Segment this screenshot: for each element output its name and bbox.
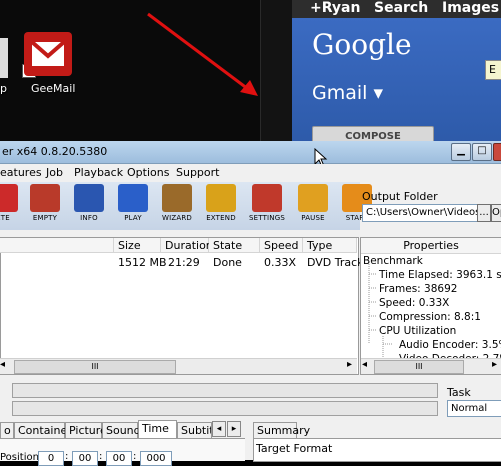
property-item[interactable]: Audio Encoder: 3.5% — [399, 339, 501, 351]
scroll-right-arrow-icon[interactable]: ▸ — [347, 359, 352, 370]
menu-options[interactable]: Options — [127, 166, 169, 179]
target-format-label: Target Format — [256, 442, 333, 455]
extend-icon — [206, 184, 236, 212]
property-item[interactable]: Benchmark — [363, 255, 423, 267]
toolbar-button-delete[interactable]: ETE — [0, 184, 24, 228]
tab-next-button[interactable]: ▸ — [227, 421, 241, 437]
toolbar-button-label: PLAY — [124, 214, 142, 222]
menu-support[interactable]: Support — [176, 166, 219, 179]
props-scroll-right-arrow-icon[interactable]: ▸ — [492, 359, 497, 370]
table-header-size[interactable]: Size — [114, 238, 161, 253]
toolbar-button-label: ETE — [0, 214, 10, 222]
gbar-link-profile[interactable]: +Ryan — [310, 0, 360, 16]
toolbar-button-label: INFO — [80, 214, 98, 222]
position-separator: : — [133, 451, 137, 462]
toolbar-button-empty[interactable]: EMPTY — [24, 184, 66, 228]
gmail-menu[interactable]: Gmail ▾ — [312, 82, 383, 104]
property-item[interactable]: Speed: 0.33X — [379, 297, 449, 309]
tab-summary[interactable]: Summary — [253, 422, 310, 438]
info-icon — [74, 184, 104, 212]
table-header-speed[interactable]: Speed — [260, 238, 303, 253]
menu-playback[interactable]: Playback — [74, 166, 123, 179]
position-ms-field[interactable]: 000 — [140, 451, 172, 466]
tab-time[interactable]: Time — [138, 420, 177, 438]
table-header-state[interactable]: State — [209, 238, 260, 253]
cell-type[interactable]: DVD Track — [307, 256, 364, 269]
table-header-duration[interactable]: Duration — [161, 238, 213, 253]
pause-icon — [298, 184, 328, 212]
google-logo: Google — [312, 28, 412, 61]
wizard-icon — [162, 184, 192, 212]
cell-state[interactable]: Done — [213, 256, 242, 269]
toolbar-button-wizard[interactable]: WIZARD — [156, 184, 198, 228]
gbar-link-search[interactable]: Search — [374, 0, 428, 16]
property-item[interactable]: Compression: 8.8:1 — [379, 311, 481, 323]
tab-sound[interactable]: Sound — [102, 422, 141, 438]
output-folder-input[interactable]: C:\Users\Owner\Videos\P — [362, 204, 479, 222]
settings-icon — [252, 184, 282, 212]
property-item[interactable]: Time Elapsed: 3963.1 secs — [379, 269, 501, 281]
tab-video[interactable]: o — [0, 422, 14, 438]
tab-subtitle[interactable]: Subtitle — [177, 422, 212, 438]
property-item[interactable]: CPU Utilization — [379, 325, 456, 337]
task-mode-select[interactable]: Normal — [447, 400, 501, 417]
scroll-left-arrow-icon[interactable]: ◂ — [0, 359, 5, 370]
maximize-button[interactable]: □ — [472, 143, 492, 161]
menu-features[interactable]: eatures — [0, 166, 42, 179]
browse-button[interactable]: ... — [477, 204, 491, 222]
toolbar-button-play[interactable]: PLAY — [112, 184, 154, 228]
tab-container[interactable]: Container — [14, 422, 72, 438]
play-icon — [118, 184, 148, 212]
delete-icon — [0, 184, 18, 212]
toolbar-button-label: EMPTY — [32, 214, 58, 222]
toolbar-button-extend[interactable]: EXTEND — [200, 184, 242, 228]
cell-duration[interactable]: 21:29 — [168, 256, 200, 269]
menu-job[interactable]: Job — [46, 166, 63, 179]
window-title: er x64 0.8.20.5380 — [2, 145, 108, 158]
toolbar-button-label: WIZARD — [161, 214, 193, 222]
close-button[interactable] — [493, 143, 501, 161]
language-badge[interactable]: E — [485, 60, 501, 80]
toolbar-button-label: PAUSE — [301, 214, 325, 222]
progress-bar-total — [12, 401, 438, 416]
table-scroll-thumb[interactable]: III — [14, 360, 176, 374]
cell-size[interactable]: 1512 MB — [118, 256, 167, 269]
empty-icon — [30, 184, 60, 212]
toolbar-button-settings[interactable]: SETTINGS — [246, 184, 288, 228]
gbar-link-images[interactable]: Images — [442, 0, 499, 16]
open-button[interactable]: Ope — [491, 204, 501, 222]
properties-header: Properties — [361, 238, 501, 254]
toolbar-button-label: SETTINGS — [248, 214, 286, 222]
position-separator: : — [99, 451, 103, 462]
progress-bar-current — [12, 383, 438, 398]
props-scroll-left-arrow-icon[interactable]: ◂ — [362, 359, 367, 370]
minimize-button[interactable]: ▁ — [451, 143, 471, 161]
tab-picture[interactable]: Picture — [65, 422, 107, 438]
toolbar-button-label: EXTEND — [206, 214, 236, 222]
toolbar-button-info[interactable]: INFO — [68, 184, 110, 228]
toolbar-button-pause[interactable]: PAUSE — [292, 184, 334, 228]
table-header-blank — [0, 238, 114, 253]
position-hours-field[interactable]: 0 — [38, 451, 64, 466]
table-header-type[interactable]: Type — [303, 238, 357, 253]
cell-speed[interactable]: 0.33X — [264, 256, 296, 269]
tab-prev-button[interactable]: ◂ — [212, 421, 226, 437]
position-separator: : — [65, 451, 69, 462]
position-minutes-field[interactable]: 00 — [72, 451, 98, 466]
position-label: Position — [0, 452, 39, 463]
property-item[interactable]: Frames: 38692 — [379, 283, 457, 295]
position-seconds-field[interactable]: 00 — [106, 451, 132, 466]
output-folder-label: Output Folder — [362, 190, 438, 203]
props-scroll-thumb[interactable]: III — [374, 360, 464, 374]
